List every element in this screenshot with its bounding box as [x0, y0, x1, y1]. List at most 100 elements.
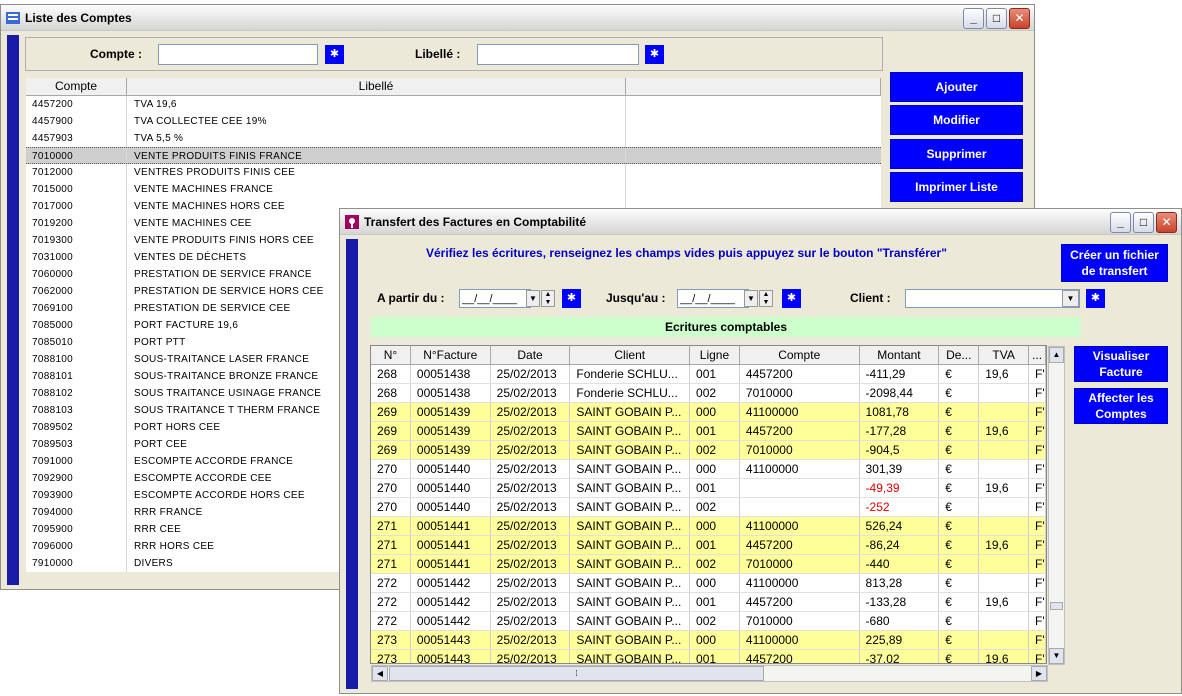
- table-row[interactable]: 272 00051442 25/02/2013 SAINT GOBAIN P... 00…: [371, 612, 1046, 631]
- table-row[interactable]: 4457200 TVA 19,6: [26, 96, 881, 113]
- table-row[interactable]: 272 00051442 25/02/2013 SAINT GOBAIN P... 00…: [371, 593, 1046, 612]
- header-num[interactable]: N°: [371, 346, 411, 364]
- cell-devise: €: [939, 517, 980, 535]
- date-from-button[interactable]: ✱: [562, 289, 581, 308]
- cell-montant: 813,28: [860, 574, 940, 592]
- cell-ligne: 001: [690, 422, 740, 440]
- maximize-button[interactable]: □: [986, 8, 1007, 29]
- table-row[interactable]: 273 00051443 25/02/2013 SAINT GOBAIN P... 00…: [371, 631, 1046, 650]
- app-icon: [6, 12, 20, 24]
- close-button[interactable]: ✕: [1009, 8, 1030, 29]
- table-row[interactable]: 271 00051441 25/02/2013 SAINT GOBAIN P... 00…: [371, 517, 1046, 536]
- titlebar[interactable]: Liste des Comptes _ □ ✕: [1, 5, 1034, 31]
- cell-libelle: TVA 5,5 %: [127, 130, 626, 147]
- modifier-button[interactable]: Modifier: [890, 105, 1023, 135]
- cell-devise: €: [939, 650, 980, 663]
- cell-montant: -86,24: [860, 536, 940, 554]
- date-from-spinner[interactable]: ▲ ▼: [541, 290, 555, 307]
- close-button[interactable]: ✕: [1156, 212, 1177, 233]
- cell-client: Fonderie SCHLU...: [570, 384, 691, 402]
- scroll-down-icon[interactable]: ▼: [1049, 648, 1064, 664]
- compte-filter-button[interactable]: ✱: [325, 45, 344, 64]
- header-libelle[interactable]: Libellé: [127, 78, 626, 95]
- scroll-thumb[interactable]: [1050, 602, 1063, 610]
- cell-compte: 7060000: [26, 266, 127, 283]
- imprimer-liste-button[interactable]: Imprimer Liste: [890, 172, 1023, 202]
- table-row[interactable]: 270 00051440 25/02/2013 SAINT GOBAIN P... 00…: [371, 460, 1046, 479]
- date-from-dropdown-icon[interactable]: ▼: [526, 290, 540, 307]
- table-row[interactable]: 273 00051443 25/02/2013 SAINT GOBAIN P... 00…: [371, 650, 1046, 663]
- table-row[interactable]: 271 00051441 25/02/2013 SAINT GOBAIN P... 00…: [371, 555, 1046, 574]
- cell-date: 25/02/2013: [491, 498, 571, 516]
- vertical-scrollbar[interactable]: ▲ ▼: [1048, 346, 1065, 665]
- cell-client: SAINT GOBAIN P...: [570, 650, 691, 663]
- cell-num: 270: [371, 498, 411, 516]
- table-row[interactable]: 7010000 VENTE PRODUITS FINIS FRANCE: [26, 147, 881, 164]
- cell-empty: [626, 181, 881, 198]
- table-row[interactable]: 4457903 TVA 5,5 %: [26, 130, 881, 147]
- table-row[interactable]: 269 00051439 25/02/2013 SAINT GOBAIN P... 00…: [371, 441, 1046, 460]
- scroll-left-icon[interactable]: ◀: [372, 666, 388, 681]
- header-ligne[interactable]: Ligne: [690, 346, 740, 364]
- table-row[interactable]: 272 00051442 25/02/2013 SAINT GOBAIN P... 00…: [371, 574, 1046, 593]
- horizontal-scrollbar[interactable]: ◀ ⁞ ▶: [371, 665, 1048, 682]
- cell-ligne: 000: [690, 574, 740, 592]
- client-dropdown-icon[interactable]: ▼: [1062, 290, 1079, 307]
- cell-compte: 4457200: [740, 536, 860, 554]
- cell-compte: 41100000: [740, 403, 860, 421]
- table-row[interactable]: 270 00051440 25/02/2013 SAINT GOBAIN P... 00…: [371, 498, 1046, 517]
- minimize-button[interactable]: _: [1110, 212, 1131, 233]
- date-from-input[interactable]: [459, 289, 531, 308]
- date-to-button[interactable]: ✱: [782, 289, 801, 308]
- cell-compte: 7095900: [26, 521, 127, 538]
- header-client[interactable]: Client: [570, 346, 691, 364]
- scroll-up-icon[interactable]: ▲: [1049, 347, 1064, 363]
- scroll-right-icon[interactable]: ▶: [1031, 666, 1047, 681]
- header-devise[interactable]: De...: [939, 346, 980, 364]
- affecter-comptes-button[interactable]: Affecter les Comptes: [1074, 388, 1168, 424]
- libelle-filter-input[interactable]: [477, 44, 639, 65]
- create-transfer-file-button[interactable]: Créer un fichier de transfert: [1061, 244, 1168, 282]
- cell-num: 269: [371, 422, 411, 440]
- table-row[interactable]: 7015000 VENTE MACHINES FRANCE: [26, 181, 881, 198]
- table-row[interactable]: 271 00051441 25/02/2013 SAINT GOBAIN P... 00…: [371, 536, 1046, 555]
- header-more[interactable]: ...: [1029, 346, 1046, 364]
- maximize-button[interactable]: □: [1133, 212, 1154, 233]
- cell-compte: 7088100: [26, 351, 127, 368]
- cell-tva: [979, 631, 1030, 649]
- header-montant[interactable]: Montant: [860, 346, 940, 364]
- table-row[interactable]: 269 00051439 25/02/2013 SAINT GOBAIN P... 00…: [371, 422, 1046, 441]
- date-to-input[interactable]: [677, 289, 749, 308]
- table-header: N° N°Facture Date Client Ligne Compte Mo…: [371, 346, 1046, 365]
- table-row[interactable]: 7012000 VENTRES PRODUITS FINIS CEE: [26, 164, 881, 181]
- header-compte[interactable]: Compte: [26, 78, 127, 95]
- filter-panel: Compte : ✱ Libellé : ✱: [25, 37, 883, 71]
- compte-filter-input[interactable]: [158, 44, 318, 65]
- date-to-dropdown-icon[interactable]: ▼: [744, 290, 758, 307]
- cell-more: F': [1029, 460, 1046, 478]
- visualiser-facture-button[interactable]: Visualiser Facture: [1074, 346, 1168, 382]
- header-tva[interactable]: TVA: [979, 346, 1030, 364]
- ajouter-button[interactable]: Ajouter: [890, 72, 1023, 102]
- cell-date: 25/02/2013: [491, 650, 571, 663]
- minimize-button[interactable]: _: [963, 8, 984, 29]
- libelle-filter-button[interactable]: ✱: [645, 45, 664, 64]
- table-row[interactable]: 270 00051440 25/02/2013 SAINT GOBAIN P... 00…: [371, 479, 1046, 498]
- scroll-hthumb[interactable]: ⁞: [389, 666, 764, 681]
- header-facture[interactable]: N°Facture: [411, 346, 491, 364]
- header-date[interactable]: Date: [491, 346, 571, 364]
- titlebar[interactable]: Transfert des Factures en Comptabilité _…: [340, 209, 1181, 235]
- table-row[interactable]: 4457900 TVA COLLECTEE CEE 19%: [26, 113, 881, 130]
- date-to-spinner[interactable]: ▲ ▼: [759, 290, 773, 307]
- header-empty[interactable]: [626, 78, 881, 95]
- header-compte[interactable]: Compte: [740, 346, 860, 364]
- client-select[interactable]: [905, 289, 1080, 308]
- cell-montant: 526,24: [860, 517, 940, 535]
- cell-libelle: TVA COLLECTEE CEE 19%: [127, 113, 626, 130]
- table-row[interactable]: 268 00051438 25/02/2013 Fonderie SCHLU... 00…: [371, 365, 1046, 384]
- instruction-text: Vérifiez les écritures, renseignez les c…: [426, 246, 947, 260]
- client-filter-button[interactable]: ✱: [1086, 289, 1105, 308]
- supprimer-button[interactable]: Supprimer: [890, 139, 1023, 169]
- table-row[interactable]: 269 00051439 25/02/2013 SAINT GOBAIN P... 00…: [371, 403, 1046, 422]
- table-row[interactable]: 268 00051438 25/02/2013 Fonderie SCHLU... 00…: [371, 384, 1046, 403]
